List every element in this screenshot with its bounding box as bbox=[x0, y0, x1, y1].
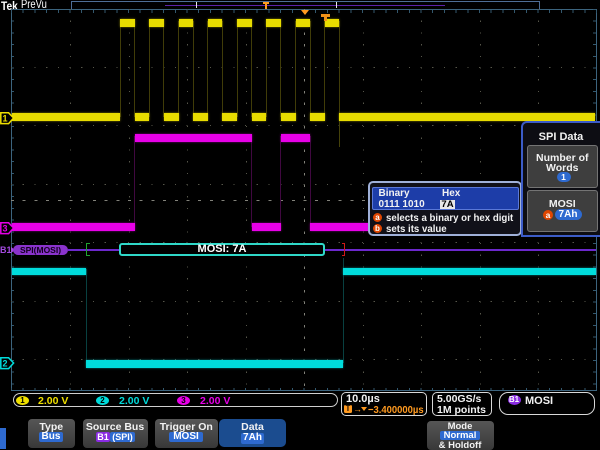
svg-text:3: 3 bbox=[2, 223, 7, 233]
svg-text:1: 1 bbox=[2, 113, 7, 123]
svg-text:2: 2 bbox=[2, 358, 7, 368]
